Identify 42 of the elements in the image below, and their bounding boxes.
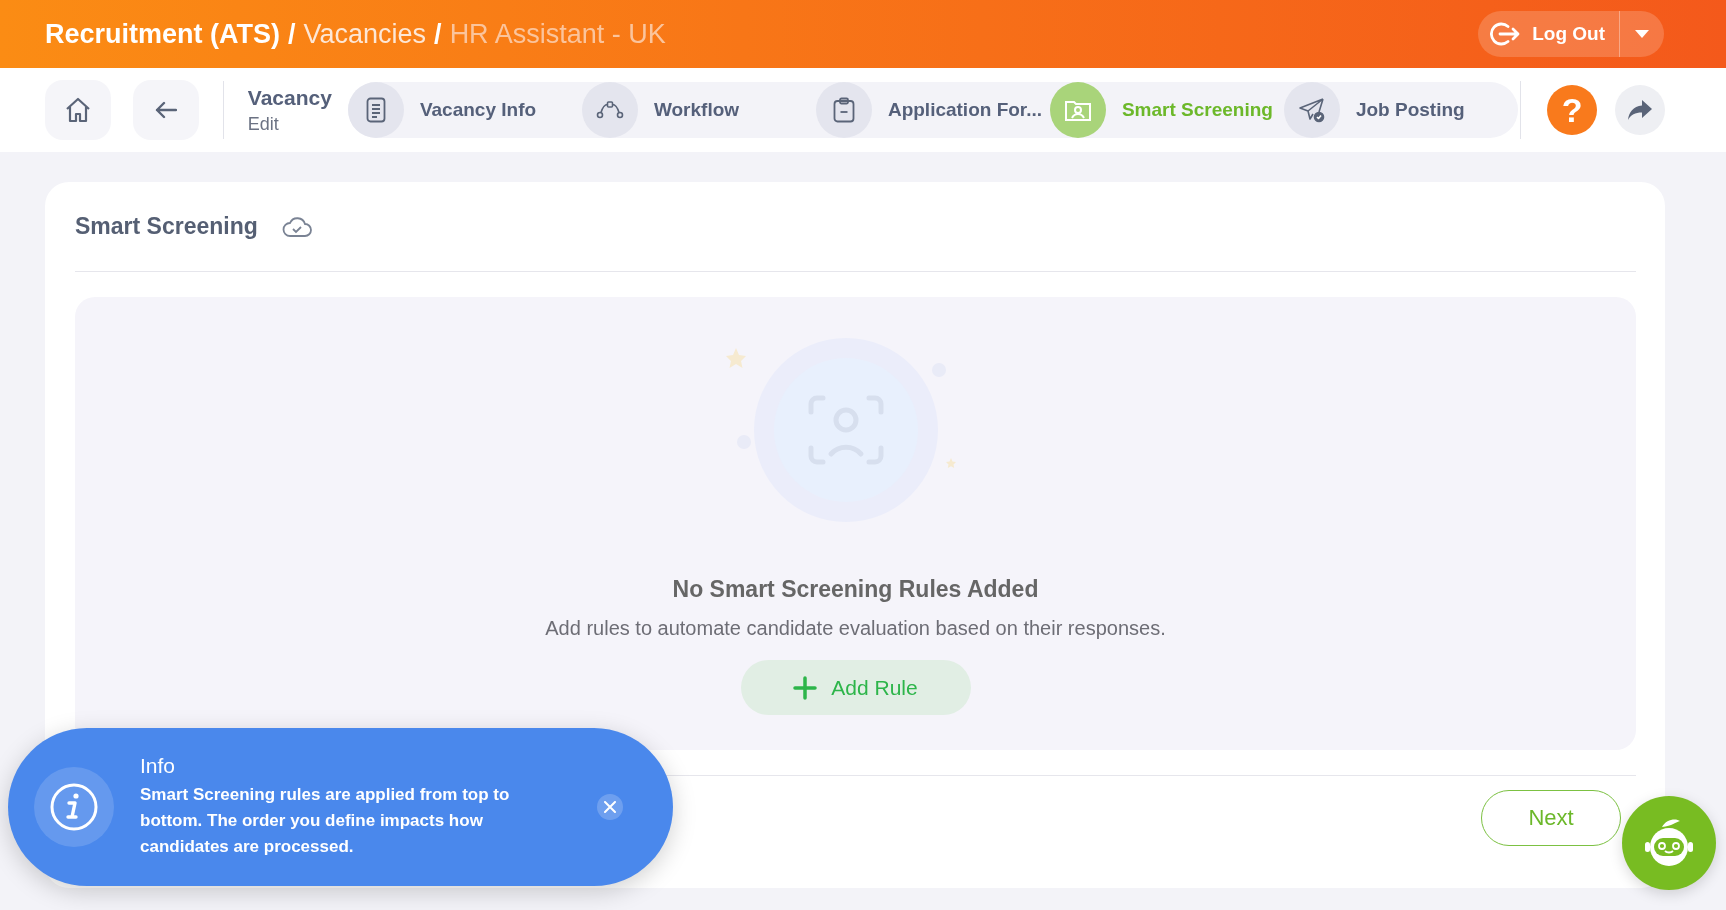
breadcrumb-separator: / (288, 18, 296, 50)
paper-plane-check-icon (1297, 97, 1326, 123)
document-icon (365, 97, 386, 123)
share-button[interactable] (1615, 85, 1665, 135)
cloud-check-icon (281, 215, 312, 238)
breadcrumb-separator: / (434, 18, 442, 50)
workflow-icon (595, 100, 624, 120)
clipboard-icon (832, 97, 855, 123)
breadcrumb-item[interactable]: Vacancies (303, 18, 427, 50)
page-subtitle: Edit (247, 113, 280, 135)
caret-icon (1635, 30, 1649, 38)
close-icon (604, 801, 616, 813)
step-tab[interactable]: Vacancy Info (419, 99, 537, 121)
step-tab[interactable]: Smart Screening (1121, 99, 1273, 121)
logout-icon (1490, 21, 1521, 47)
home-button[interactable] (45, 80, 111, 140)
close-button[interactable] (597, 794, 623, 820)
add-rule-button[interactable]: Add Rule (740, 660, 971, 715)
robot-icon (1642, 818, 1696, 868)
step-tab[interactable]: Workflow (653, 99, 740, 121)
step-icon-circle[interactable] (1283, 82, 1340, 138)
help-button[interactable]: ? (1547, 85, 1598, 135)
step-icon-circle[interactable] (581, 82, 638, 138)
logout-button[interactable]: Log Out (1478, 11, 1620, 57)
toast-message: Smart Screening rules are applied from top to bottom. The order you define impacts how candidates are processed. (140, 784, 511, 858)
breadcrumb-item[interactable]: Recruitment (ATS) (45, 18, 280, 50)
breadcrumb-item: HR Assistant - UK (449, 18, 666, 50)
empty-state-heading: No Smart Screening Rules Added (672, 576, 1039, 603)
step-tab[interactable]: Application For... (887, 99, 1043, 121)
section-title: Smart Screening (75, 213, 258, 240)
back-button[interactable] (132, 80, 199, 140)
toast-title: Info (140, 754, 177, 778)
step-icon-circle[interactable] (347, 82, 404, 138)
next-button[interactable]: Next (1481, 790, 1621, 846)
step-icon-circle[interactable] (815, 82, 872, 138)
share-arrow-icon (1627, 99, 1654, 121)
profile-frame-icon (1063, 98, 1092, 122)
back-arrow-icon (154, 101, 177, 119)
step-tab[interactable]: Job Posting (1355, 99, 1465, 121)
page-title: Vacancy (247, 85, 332, 110)
empty-state-text: Add rules to automate candidate evaluation based on their responses. (545, 617, 1166, 640)
plus-icon (793, 675, 818, 700)
